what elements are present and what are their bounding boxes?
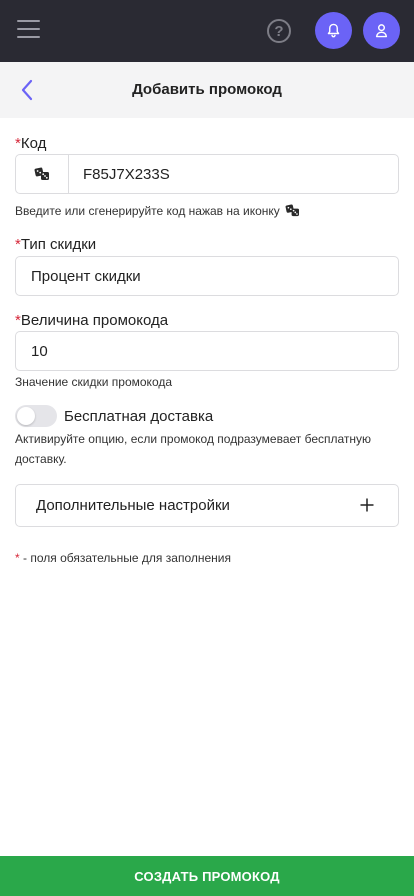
generate-code-button[interactable] bbox=[16, 155, 69, 193]
advanced-settings-accordion[interactable]: Дополнительные настройки bbox=[15, 484, 399, 527]
dice-icon bbox=[34, 167, 49, 180]
free-delivery-row: Бесплатная доставка bbox=[15, 405, 213, 427]
free-delivery-toggle[interactable] bbox=[15, 405, 57, 427]
discount-type-label-text: Тип скидки bbox=[20, 236, 97, 253]
help-glyph: ? bbox=[274, 22, 284, 40]
promo-amount-label-text: Величина промокода bbox=[20, 312, 169, 329]
code-label-text: Код bbox=[20, 135, 47, 152]
question-circle-icon[interactable]: ? bbox=[267, 19, 291, 43]
notifications-button[interactable] bbox=[315, 12, 352, 49]
code-label: *Код bbox=[15, 135, 46, 152]
required-note-text: - поля обязательные для заполнения bbox=[23, 551, 231, 565]
code-value: F85J7X233S bbox=[83, 166, 170, 183]
free-delivery-label: Бесплатная доставка bbox=[64, 407, 214, 425]
advanced-settings-label: Дополнительные настройки bbox=[36, 497, 230, 514]
code-hint: Введите или сгенерируйте код нажав на ик… bbox=[15, 201, 300, 221]
page-header: Добавить промокод bbox=[0, 62, 414, 118]
promo-amount-value: 10 bbox=[31, 343, 48, 360]
promo-amount-input[interactable]: 10 bbox=[15, 331, 399, 371]
plus-icon bbox=[360, 498, 374, 512]
code-hint-text: Введите или сгенерируйте код нажав на ик… bbox=[15, 204, 280, 218]
required-asterisk: * bbox=[15, 551, 20, 565]
top-bar: ? bbox=[0, 0, 414, 62]
user-icon bbox=[375, 24, 388, 38]
discount-type-select[interactable]: Процент скидки bbox=[15, 256, 399, 296]
dice-icon bbox=[285, 204, 300, 217]
promo-amount-label: *Величина промокода bbox=[15, 312, 168, 329]
create-promo-button[interactable]: СОЗДАТЬ ПРОМОКОД bbox=[0, 856, 414, 896]
required-note: * - поля обязательные для заполнения bbox=[15, 551, 231, 565]
free-delivery-hint: Активируйте опцию, если промокод подразу… bbox=[15, 432, 372, 466]
hamburger-menu-icon[interactable] bbox=[17, 20, 40, 40]
profile-button[interactable] bbox=[363, 12, 400, 49]
code-field[interactable]: F85J7X233S bbox=[15, 154, 399, 194]
discount-type-label: *Тип скидки bbox=[15, 236, 96, 253]
discount-type-value: Процент скидки bbox=[31, 268, 141, 285]
promo-amount-hint: Значение скидки промокода bbox=[15, 375, 173, 389]
toggle-knob bbox=[17, 407, 35, 425]
page-title: Добавить промокод bbox=[132, 81, 282, 98]
bell-icon bbox=[327, 23, 340, 38]
